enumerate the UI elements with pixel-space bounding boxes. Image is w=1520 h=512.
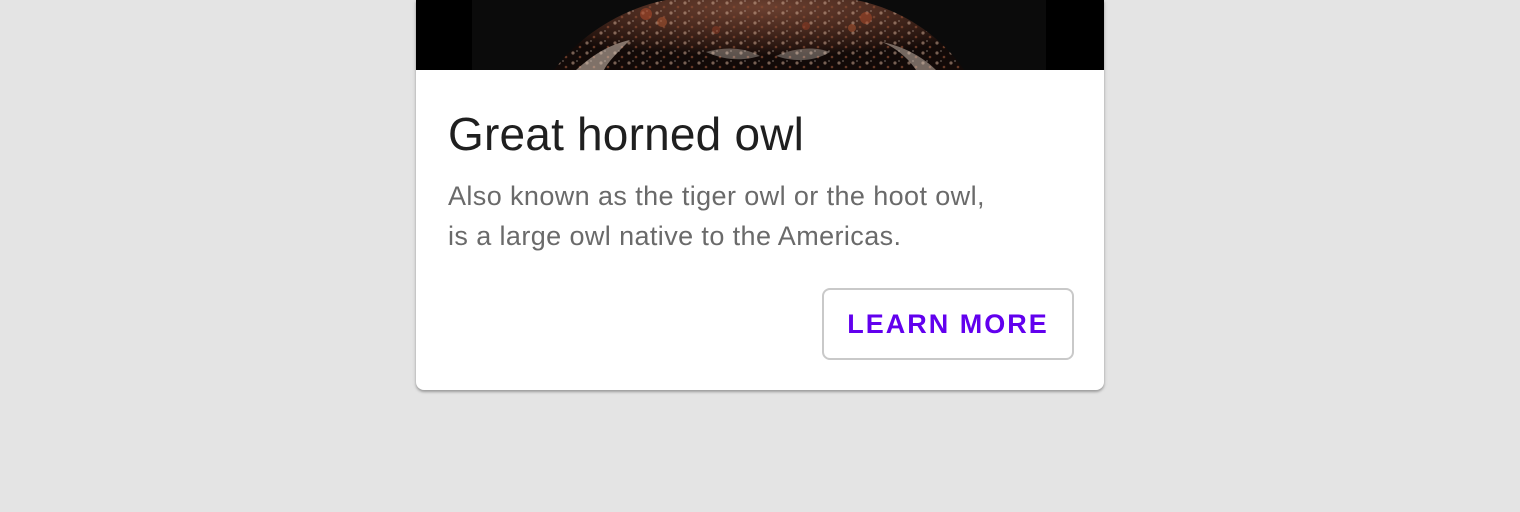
learn-more-button[interactable]: LEARN MORE xyxy=(822,288,1074,360)
card-description: Also known as the tiger owl or the hoot … xyxy=(448,176,1048,256)
owl-card: Great horned owl Also known as the tiger… xyxy=(416,0,1104,390)
owl-photo xyxy=(416,0,1104,70)
card-description-line-1: Also known as the tiger owl or the hoot … xyxy=(448,181,985,211)
card-description-line-2: is a large owl native to the Americas. xyxy=(448,221,902,251)
card-title: Great horned owl xyxy=(448,108,805,160)
owl-photo-image xyxy=(416,0,1104,70)
